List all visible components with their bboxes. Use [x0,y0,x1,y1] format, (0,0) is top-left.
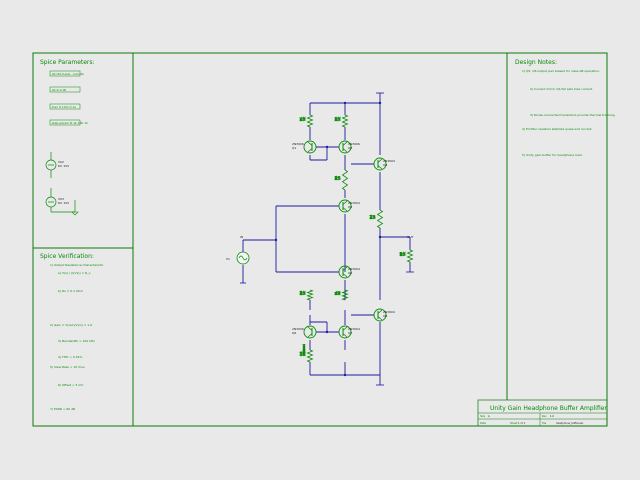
transistor: 2N3904Q8 [373,308,395,322]
transistor-symbol [303,140,317,154]
spice-parameters-title: Spice Parameters: [40,59,95,66]
rev-label: Rev [542,414,547,418]
source-value: DC 15V [58,201,70,205]
resistor-value: 1k [302,291,306,295]
resistor-zigzag [341,169,349,191]
resistor-value: 10 [372,215,376,219]
resistor-value: 1k [337,117,341,121]
resistor-value: 2N3904 [302,344,306,356]
transistor: 2N3904Q5 [338,265,360,279]
transistor-label: Q1 [292,146,296,150]
title-block: Unity Gain Headphone Buffer Amplifier Si… [477,399,607,427]
directive-line: .step param R 1k 10k 1k [51,121,88,125]
verification-line: 7) PSRR > 60 dB [50,407,75,411]
design-note: 1) Q5, Q6 output pair biased for class A… [522,69,600,73]
verification-line: 5) Slew Rate > 10 V/us [50,365,85,369]
transistor-label: Q3 [348,205,352,209]
sheet-value: 1 of 1 [518,421,526,425]
resistor-zigzag [406,249,414,263]
transistor: 2N3906Q1 [292,140,317,154]
source-v03: V03 DC 15V [45,188,79,216]
transistor-label: Q4 [383,163,387,167]
resistor-value: 1k [302,117,306,121]
resistor-zigzag [341,289,349,301]
sheet-border [32,52,608,427]
resistor: R3 10 [334,169,349,191]
schematic-sheet: Spice Parameters: .lib LM-2.sub, .includ… [0,0,640,480]
verification-line: 2) Gain = V(out)/V(in) = 1.0 [50,323,92,327]
verification-line: a) V(o) / (I(V1)) = R_o [58,271,91,275]
spice-verification-title: Spice Verification: [40,253,94,260]
resistor-zigzag [306,349,314,363]
design-note: 5) Unity gain buffer for headphone load. [522,153,583,157]
verification-line: b) Ro = 0.1 Ohm [58,289,83,293]
rev-value: 1.0 [550,414,554,418]
directive-line: .lib D-2.lib [51,88,66,92]
resistor: Q4 2N3904 [299,344,314,363]
output-label: OUT [407,235,414,239]
transistor: 2N3906Q6 [292,325,317,339]
file-label: File [542,421,547,425]
input-source: IN V1 [226,235,250,265]
resistor-zigzag [376,209,384,229]
transistor: 2N3904Q4 [373,157,395,171]
verification-line: 4) THD < 0.01% [58,355,83,359]
resistor: RL 32 [334,289,349,301]
size-label: Size [480,414,486,418]
resistor: R1 1k [299,114,314,128]
directive-line: .tran 0 10m 0 1u [51,105,76,109]
transistor-label: Q8 [383,314,387,318]
transistor-label: Q7 [348,331,352,335]
rail-symbols [240,92,414,386]
design-note: 4) Emitter resistors stabilize quiescent… [522,127,593,131]
resistor: R2 1k [334,114,349,128]
input-label: IN [240,235,243,239]
transistor-symbol [303,325,317,339]
design-note: 2) Current mirror Q1/Q2 sets bias curren… [530,87,593,91]
transistor-label: Q5 [348,271,352,275]
ground-icon [71,211,79,216]
resistors: R1 1k R2 1kR3 10R4 10R6 1k RL 32R5 1kQ4 2N3904 [299,114,414,363]
wires [242,93,411,385]
file-value: headphone_buffer.asc [556,421,584,425]
design-notes-title: Design Notes: [515,59,557,66]
source-v02: V02 DC 15V [45,152,70,178]
design-note: 3) Diode-connected transistors provide t… [530,113,616,117]
resistor-zigzag [306,289,314,301]
resistor-value: 32 [337,291,341,295]
junctions [274,101,382,377]
resistor: R6 1k [299,289,314,301]
resistor: R5 1k [399,249,414,263]
drawing-title: Unity Gain Headphone Buffer Amplifier [490,405,607,412]
size-value: A [488,414,490,418]
schematic-drawing: Spice Parameters: .lib LM-2.sub, .includ… [32,52,616,427]
sheet-label: Sheet [510,421,517,425]
directive-list: .lib LM-2.sub, .include .lib D-2.lib .tr… [49,70,88,126]
resistor-value: 1k [402,252,406,256]
transistor: 2N3904Q3 [338,199,360,213]
resistor-zigzag [306,114,314,128]
transistor: 2N3904Q7 [338,325,360,339]
resistor: R4 10 [369,209,384,229]
date-label: Date [480,421,486,425]
transistor-label: Q6 [292,331,296,335]
transistor: 2N3906Q2 [338,140,360,154]
verification-list: 1) Output Resistance Characteristic a) V… [50,263,104,411]
resistor-value: 10 [337,176,341,180]
transistors: 2N3906Q1 2N3906Q2 2N3904Q3 2N3904Q4 2N3904Q5… [292,140,395,339]
resistor-zigzag [341,114,349,128]
verification-line: 1) Output Resistance Characteristic [50,263,104,267]
verification-line: 6) Offset < 5 mV [58,383,84,387]
source-value: DC 15V [58,164,70,168]
design-notes-list: 1) Q5, Q6 output pair biased for class A… [522,69,616,157]
directive-line: .lib LM-2.sub, .include [51,72,84,76]
source-ref: V1 [226,257,230,261]
verification-line: 3) Bandwidth > 100 kHz [58,339,95,343]
transistor-label: Q2 [348,146,352,150]
